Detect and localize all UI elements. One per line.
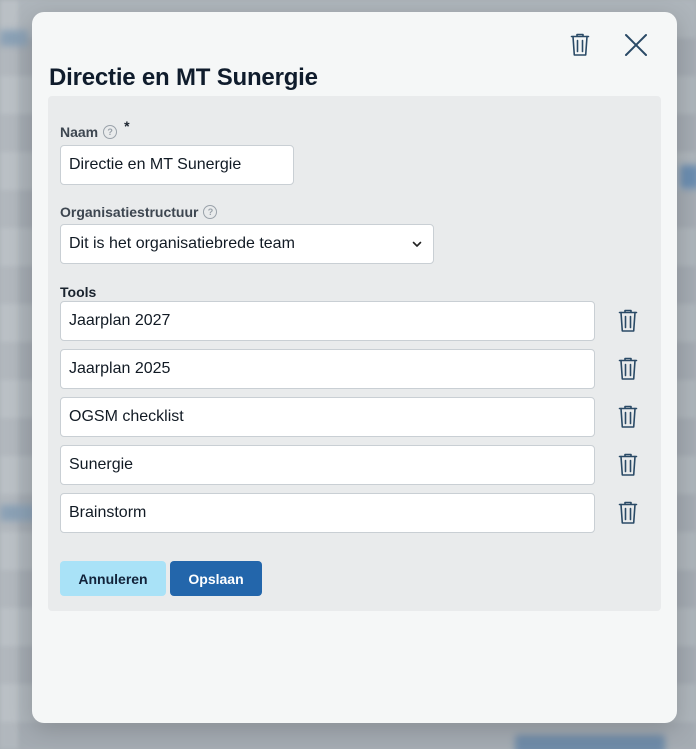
form-panel: Naam ? * Directie en MT Sunergie Organis…: [48, 96, 661, 611]
tool-input[interactable]: Brainstorm: [60, 493, 595, 533]
tool-input[interactable]: Sunergie: [60, 445, 595, 485]
tools-label-text: Tools: [60, 284, 97, 300]
trash-icon[interactable]: [616, 308, 640, 334]
chevron-down-icon: [412, 241, 422, 247]
name-label: Naam ? *: [60, 118, 130, 140]
save-button[interactable]: Opslaan: [170, 561, 262, 596]
edit-team-modal: Directie en MT Sunergie Naam ? * Directi…: [32, 12, 677, 723]
name-label-text: Naam: [60, 124, 99, 140]
trash-icon[interactable]: [616, 404, 640, 430]
tool-input[interactable]: Jaarplan 2027: [60, 301, 595, 341]
help-icon[interactable]: ?: [203, 205, 218, 219]
tool-input[interactable]: OGSM checklist: [60, 397, 595, 437]
help-icon[interactable]: ?: [103, 125, 118, 139]
close-icon[interactable]: [621, 30, 651, 60]
trash-icon[interactable]: [616, 452, 640, 478]
org-structure-label-text: Organisatiestructuur: [60, 204, 199, 220]
trash-icon[interactable]: [565, 30, 595, 60]
trash-icon[interactable]: [616, 356, 640, 382]
required-mark: *: [124, 118, 130, 134]
trash-icon[interactable]: [616, 500, 640, 526]
org-structure-selected: Dit is het organisatiebrede team: [69, 235, 295, 252]
tools-label: Tools: [60, 284, 96, 300]
tool-input[interactable]: Jaarplan 2025: [60, 349, 595, 389]
name-input[interactable]: Directie en MT Sunergie: [60, 145, 294, 185]
cancel-button[interactable]: Annuleren: [60, 561, 166, 596]
modal-actions: [565, 30, 651, 60]
org-structure-label: Organisatiestructuur ?: [60, 204, 218, 220]
modal-title: Directie en MT Sunergie: [49, 64, 318, 91]
org-structure-select[interactable]: Dit is het organisatiebrede team: [60, 224, 434, 264]
